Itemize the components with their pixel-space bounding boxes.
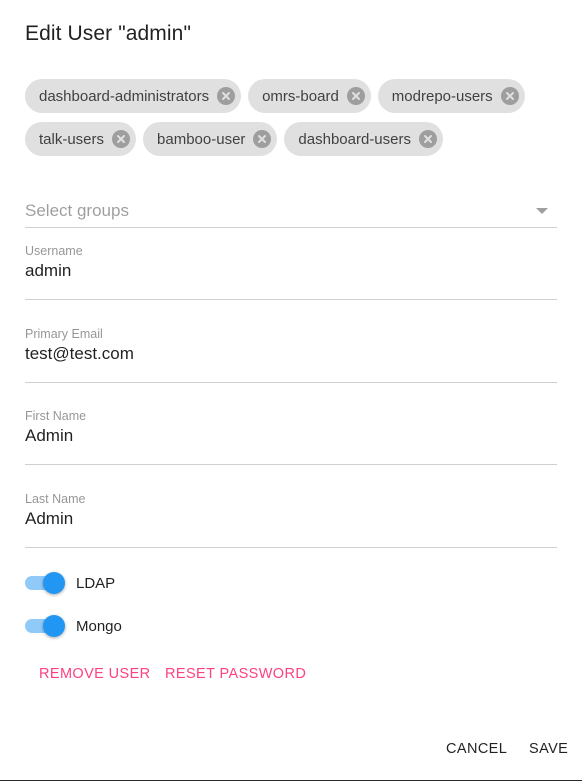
remove-user-button[interactable]: REMOVE USER (39, 666, 151, 682)
group-chip: dashboard-users (284, 122, 443, 156)
group-chip: modrepo-users (377, 79, 525, 113)
select-groups-placeholder: Select groups (25, 201, 129, 220)
first-name-field: First Name (25, 409, 557, 465)
dialog-title: Edit User "admin" (25, 22, 191, 45)
group-chip: omrs-board (248, 79, 371, 113)
edit-user-dialog: Edit User "admin" dashboard-administrato… (0, 0, 582, 781)
toggle-thumb (43, 572, 65, 594)
chip-delete-icon[interactable] (419, 130, 437, 148)
last-name-field: Last Name (25, 492, 557, 548)
ldap-toggle-row: LDAP (25, 571, 115, 595)
group-chip: dashboard-administrators (25, 79, 242, 113)
chip-label: dashboard-administrators (39, 87, 210, 105)
username-label: Username (25, 244, 83, 258)
chip-label: bamboo-user (157, 130, 246, 148)
toggle-thumb (43, 615, 65, 637)
username-field: Username (25, 244, 557, 300)
group-chip: bamboo-user (143, 122, 278, 156)
chip-row-1: dashboard-administrators omrs-board modr… (25, 79, 555, 114)
chip-delete-icon[interactable] (253, 130, 272, 148)
mongo-toggle[interactable] (25, 614, 65, 638)
group-chips: dashboard-administrators omrs-board modr… (25, 79, 555, 165)
cancel-button[interactable]: CANCEL (446, 741, 507, 757)
reset-password-button[interactable]: RESET PASSWORD (165, 666, 306, 682)
ldap-label: LDAP (76, 574, 116, 592)
chip-label: modrepo-users (391, 87, 493, 105)
group-chip: talk-users (25, 122, 137, 156)
ldap-toggle[interactable] (25, 571, 65, 595)
username-input[interactable] (25, 261, 557, 281)
chip-delete-icon[interactable] (500, 87, 519, 105)
last-name-label: Last Name (25, 492, 86, 506)
chip-label: dashboard-users (298, 130, 411, 148)
email-input[interactable] (25, 344, 557, 364)
mongo-label: Mongo (76, 617, 122, 635)
first-name-input[interactable] (25, 426, 557, 446)
chip-delete-icon[interactable] (346, 87, 365, 105)
chip-label: omrs-board (262, 87, 339, 105)
chip-row-2: talk-users bamboo-user dashboard-users (25, 122, 555, 157)
select-groups-dropdown[interactable]: Select groups (25, 194, 557, 228)
last-name-input[interactable] (25, 509, 557, 529)
first-name-label: First Name (25, 409, 87, 423)
chip-delete-icon[interactable] (217, 87, 236, 105)
email-label: Primary Email (25, 327, 103, 341)
chip-label: talk-users (39, 130, 105, 148)
save-button[interactable]: SAVE (529, 741, 568, 757)
mongo-toggle-row: Mongo (25, 614, 122, 638)
email-field: Primary Email (25, 327, 557, 383)
chip-delete-icon[interactable] (112, 130, 131, 148)
dropdown-arrow-icon (536, 208, 548, 214)
